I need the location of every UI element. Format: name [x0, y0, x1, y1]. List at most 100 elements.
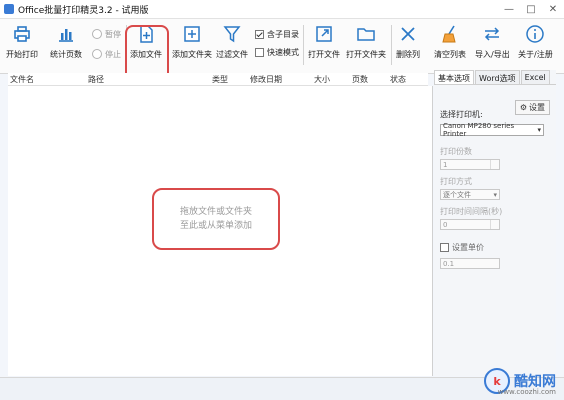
maximize-button[interactable]: □ — [520, 0, 542, 18]
delete-column-button[interactable]: 删除列 — [396, 23, 420, 69]
pause-radio[interactable]: 暂停 — [92, 27, 121, 41]
filter-icon — [221, 23, 243, 45]
filter-files-label: 过滤文件 — [216, 50, 248, 59]
gear-icon: ⚙ — [519, 103, 527, 112]
swap-icon — [481, 23, 503, 45]
include-subfolders-label: 含子目录 — [267, 29, 299, 39]
add-folder-icon — [181, 23, 203, 45]
tab-basic-options[interactable]: 基本选项 — [434, 70, 474, 84]
toolbar-separator — [391, 25, 392, 65]
interval-value: 0 — [443, 220, 448, 229]
radio-circle-icon — [92, 29, 102, 39]
open-folder-button[interactable]: 打开文件夹 — [346, 23, 386, 69]
checkbox-unchecked-icon — [255, 47, 264, 57]
stop-radio[interactable]: 停止 — [92, 47, 121, 61]
unit-price-field[interactable]: 0.1 — [440, 258, 500, 269]
status-bar — [0, 377, 564, 400]
minimize-button[interactable]: — — [498, 0, 520, 18]
col-filename[interactable]: 文件名 — [10, 74, 34, 85]
filter-files-button[interactable]: 过滤文件 — [216, 23, 248, 69]
drop-hint-line-1: 拖放文件或文件夹 — [179, 207, 252, 217]
col-size[interactable]: 大小 — [314, 74, 330, 85]
about-register-button[interactable]: 关于/注册 — [518, 23, 553, 69]
checkbox-unchecked-icon — [440, 242, 449, 252]
copies-label: 打印份数 — [440, 147, 472, 156]
close-button[interactable]: ✕ — [542, 0, 564, 18]
app-icon — [4, 4, 14, 14]
broom-icon — [439, 23, 461, 45]
printer-settings-button[interactable]: ⚙ 设置 — [514, 100, 550, 115]
include-subfolders-checkbox[interactable]: 含子目录 — [255, 27, 299, 41]
printer-select[interactable]: Canon MP280 series Printer ▾ — [440, 122, 544, 138]
spinner-icon — [490, 160, 498, 169]
print-mode-label: 打印方式 — [440, 177, 472, 186]
printer-icon — [11, 23, 33, 45]
count-pages-label: 统计页数 — [50, 50, 82, 59]
col-pages[interactable]: 页数 — [352, 74, 368, 85]
clear-list-button[interactable]: 清空列表 — [434, 23, 466, 69]
drop-hint-line-2: 至此或从菜单添加 — [179, 221, 252, 231]
open-file-button[interactable]: 打开文件 — [308, 23, 340, 69]
unit-price-checkbox[interactable]: 设置单价 — [440, 240, 550, 254]
interval-label: 打印时间间隔(秒) — [440, 207, 503, 216]
col-modified[interactable]: 修改日期 — [250, 74, 282, 85]
spinner-icon — [490, 220, 498, 229]
pause-stop-group: 暂停 停止 — [92, 27, 121, 67]
start-print-button[interactable]: 开始打印 — [6, 23, 38, 69]
add-folder-label: 添加文件夹 — [172, 50, 212, 59]
tab-word-options[interactable]: Word选项 — [475, 70, 520, 84]
stop-label: 停止 — [105, 49, 121, 59]
file-table-header: 文件名 路径 类型 修改日期 大小 页数 状态 — [8, 73, 428, 86]
col-path[interactable]: 路径 — [88, 74, 104, 85]
col-status[interactable]: 状态 — [390, 74, 406, 85]
printer-label: 选择打印机: — [440, 110, 483, 119]
open-folder-label: 打开文件夹 — [346, 50, 386, 59]
app-window: Office批量打印精灵3.2 - 试用版 — □ ✕ 开始打印 统计页数 暂停… — [0, 0, 564, 400]
info-icon — [524, 23, 546, 45]
chart-icon — [55, 23, 77, 45]
options-checks: 含子目录 快速模式 — [255, 27, 299, 63]
open-file-label: 打开文件 — [308, 50, 340, 59]
chevron-down-icon: ▾ — [493, 190, 497, 199]
window-controls: — □ ✕ — [498, 0, 564, 18]
count-pages-button[interactable]: 统计页数 — [50, 23, 82, 69]
unit-price-value: 0.1 — [443, 259, 455, 268]
delete-icon — [397, 23, 419, 45]
printer-select-value: Canon MP280 series Printer — [443, 122, 515, 138]
print-mode-select[interactable]: 逐个文件 ▾ — [440, 189, 500, 200]
toolbar-separator — [303, 25, 304, 65]
open-file-icon — [313, 23, 335, 45]
interval-field[interactable]: 0 — [440, 219, 500, 230]
options-panel: 基本选项 Word选项 Excel 选择打印机: ⚙ 设置 Canon MP28… — [434, 70, 556, 376]
checkbox-checked-icon — [255, 29, 264, 39]
printer-row: 选择打印机: ⚙ 设置 — [440, 95, 550, 120]
print-mode-value: 逐个文件 — [443, 190, 471, 199]
printer-settings-label: 设置 — [529, 103, 545, 112]
window-title: Office批量打印精灵3.2 - 试用版 — [18, 5, 149, 16]
tab-excel-options[interactable]: Excel — [520, 70, 550, 84]
add-folder-button[interactable]: 添加文件夹 — [172, 23, 212, 69]
copies-field[interactable]: 1 — [440, 159, 500, 170]
import-export-button[interactable]: 导入/导出 — [475, 23, 510, 69]
basic-options-body: 选择打印机: ⚙ 设置 Canon MP280 series Printer ▾… — [434, 85, 556, 275]
watermark-url: www.coozhi.com — [497, 388, 556, 396]
unit-price-label: 设置单价 — [452, 242, 484, 252]
start-print-label: 开始打印 — [6, 50, 38, 59]
radio-circle-icon — [92, 49, 102, 59]
options-tabs: 基本选项 Word选项 Excel — [434, 70, 556, 85]
chevron-down-icon: ▾ — [537, 126, 541, 134]
delete-column-label: 删除列 — [396, 50, 420, 59]
open-folder-icon — [355, 23, 377, 45]
import-export-label: 导入/导出 — [475, 50, 510, 59]
drop-hint: 拖放文件或文件夹 至此或从菜单添加 — [152, 188, 280, 250]
toolbar: 开始打印 统计页数 暂停 停止 添加文件 添加文件夹 过滤文件 含子目录 快速模… — [0, 19, 564, 83]
copies-value: 1 — [443, 160, 448, 169]
quick-mode-checkbox[interactable]: 快速模式 — [255, 45, 299, 59]
site-watermark: k 酷知网 www.coozhi.com — [484, 368, 556, 396]
title-bar: Office批量打印精灵3.2 - 试用版 — □ ✕ — [0, 0, 564, 19]
quick-mode-label: 快速模式 — [267, 47, 299, 57]
col-type[interactable]: 类型 — [212, 74, 228, 85]
clear-list-label: 清空列表 — [434, 50, 466, 59]
about-register-label: 关于/注册 — [518, 50, 553, 59]
pause-label: 暂停 — [105, 29, 121, 39]
